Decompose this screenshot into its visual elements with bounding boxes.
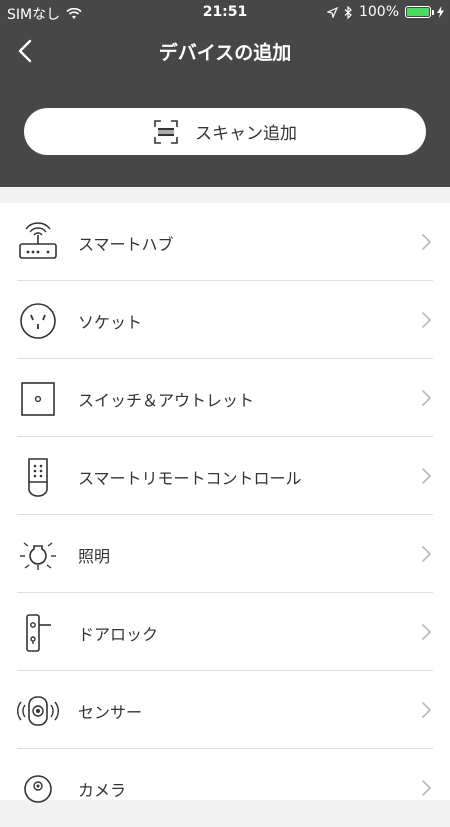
scan-add-button[interactable]: スキャン追加 <box>24 108 426 155</box>
category-socket[interactable]: ソケット <box>0 281 450 359</box>
header: SIMなし 21:51 100% デバイスの追加 スキャン追加 <box>0 0 450 187</box>
scan-add-label: スキャン追加 <box>195 124 297 144</box>
status-right: 100% <box>326 4 444 20</box>
battery-fill <box>407 8 429 16</box>
category-smart-hub[interactable]: スマートハブ <box>0 203 450 281</box>
remote-control-icon <box>28 458 48 497</box>
category-smart-remote[interactable]: スマートリモートコントロール <box>0 437 450 515</box>
device-category-list: スマートハブ ソケット スイッチ＆アウトレット スマートリモートコントロール 照… <box>0 203 450 803</box>
category-label: スマートハブ <box>78 235 174 254</box>
chevron-right-icon <box>422 780 432 796</box>
camera-icon <box>24 775 52 803</box>
switch-icon <box>21 382 55 416</box>
chevron-right-icon <box>422 702 432 718</box>
category-lighting[interactable]: 照明 <box>0 515 450 593</box>
page-title: デバイスの追加 <box>158 42 292 64</box>
category-label: ドアロック <box>78 625 159 644</box>
battery-percent: 100% <box>358 4 399 20</box>
lightbulb-icon <box>20 542 56 570</box>
charging-bolt-icon <box>437 6 444 18</box>
category-label: 照明 <box>78 547 111 566</box>
category-label: スマートリモートコントロール <box>78 469 302 488</box>
socket-icon <box>20 303 56 339</box>
sensor-icon <box>17 696 59 726</box>
chevron-right-icon <box>422 234 432 250</box>
door-lock-icon <box>26 614 51 652</box>
chevron-right-icon <box>422 624 432 640</box>
category-door-lock[interactable]: ドアロック <box>0 593 450 671</box>
category-label: センサー <box>78 703 143 722</box>
chevron-right-icon <box>422 468 432 484</box>
category-switch-outlet[interactable]: スイッチ＆アウトレット <box>0 359 450 437</box>
chevron-right-icon <box>422 312 432 328</box>
location-arrow-icon <box>326 6 338 18</box>
category-camera[interactable]: カメラ <box>0 749 450 827</box>
category-label: ソケット <box>78 313 143 332</box>
bluetooth-icon <box>344 5 352 19</box>
category-label: カメラ <box>78 781 127 800</box>
category-label: スイッチ＆アウトレット <box>78 391 255 410</box>
router-icon <box>19 222 57 259</box>
battery-icon <box>405 6 434 18</box>
navigation-bar: デバイスの追加 <box>0 28 450 74</box>
category-sensor[interactable]: センサー <box>0 671 450 749</box>
scan-frame-icon <box>154 119 178 144</box>
battery-cap <box>432 10 434 15</box>
chevron-right-icon <box>422 390 432 406</box>
chevron-right-icon <box>422 546 432 562</box>
status-bar: SIMなし 21:51 100% <box>0 0 450 24</box>
